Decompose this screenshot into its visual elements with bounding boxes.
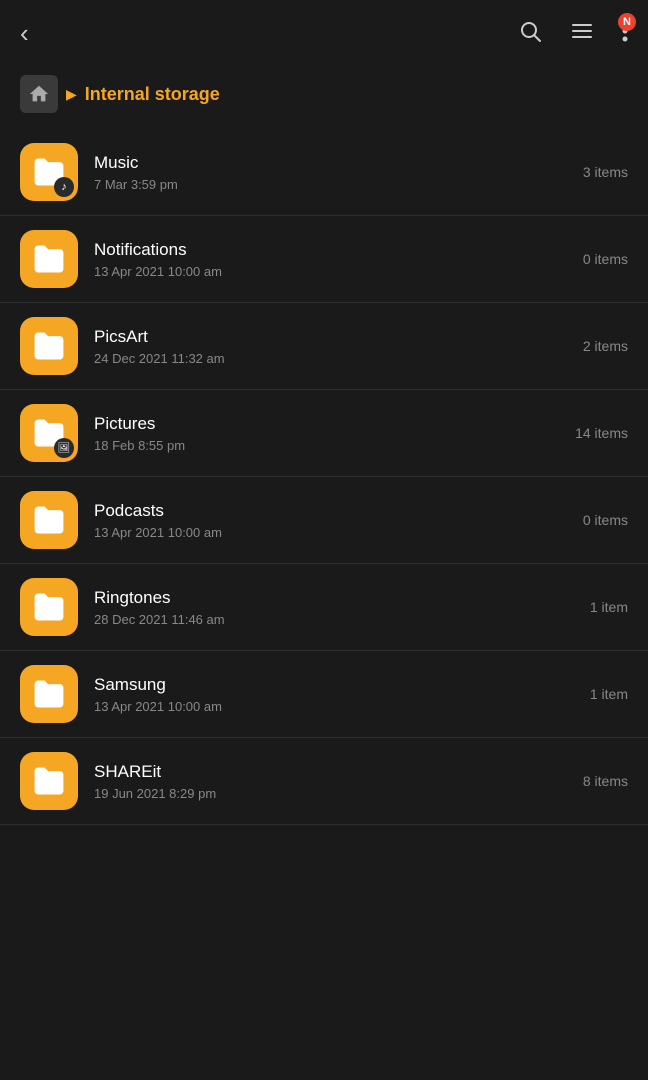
- notification-badge: N: [618, 13, 636, 31]
- folder-date: 13 Apr 2021 10:00 am: [94, 264, 583, 279]
- folder-info: Ringtones 28 Dec 2021 11:46 am: [94, 588, 590, 627]
- folder-name: SHAREit: [94, 762, 583, 782]
- back-button[interactable]: ‹: [20, 18, 29, 49]
- header-left: ‹: [20, 18, 29, 49]
- folder-info: Notifications 13 Apr 2021 10:00 am: [94, 240, 583, 279]
- folder-date: 18 Feb 8:55 pm: [94, 438, 575, 453]
- folder-item[interactable]: Samsung 13 Apr 2021 10:00 am1 item: [0, 651, 648, 738]
- folder-icon-wrapper: [20, 230, 78, 288]
- folder-date: 13 Apr 2021 10:00 am: [94, 699, 590, 714]
- folder-info: Music 7 Mar 3:59 pm: [94, 153, 583, 192]
- folder-item[interactable]: PicsArt 24 Dec 2021 11:32 am2 items: [0, 303, 648, 390]
- folder-icon-wrapper: [20, 317, 78, 375]
- folder-info: Podcasts 13 Apr 2021 10:00 am: [94, 501, 583, 540]
- folder-type-badge: ♪: [54, 177, 74, 197]
- home-button[interactable]: [20, 75, 58, 113]
- folder-date: 13 Apr 2021 10:00 am: [94, 525, 583, 540]
- folder-item[interactable]: 🖼 Pictures 18 Feb 8:55 pm14 items: [0, 390, 648, 477]
- folder-item-count: 1 item: [590, 686, 628, 702]
- header: ‹ N: [0, 0, 648, 63]
- folder-name: Samsung: [94, 675, 590, 695]
- folder-item[interactable]: Ringtones 28 Dec 2021 11:46 am1 item: [0, 564, 648, 651]
- folder-name: Pictures: [94, 414, 575, 434]
- breadcrumb: ▶ Internal storage: [0, 63, 648, 129]
- breadcrumb-arrow: ▶: [66, 86, 77, 103]
- folder-info: PicsArt 24 Dec 2021 11:32 am: [94, 327, 583, 366]
- folder-item-count: 2 items: [583, 338, 628, 354]
- folder-item-count: 8 items: [583, 773, 628, 789]
- folder-type-badge: 🖼: [54, 438, 74, 458]
- folder-icon-wrapper: [20, 578, 78, 636]
- folder-name: PicsArt: [94, 327, 583, 347]
- folder-name: Notifications: [94, 240, 583, 260]
- folder-item-count: 1 item: [590, 599, 628, 615]
- folder-item[interactable]: SHAREit 19 Jun 2021 8:29 pm8 items: [0, 738, 648, 825]
- folder-icon-wrapper: [20, 665, 78, 723]
- folder-info: SHAREit 19 Jun 2021 8:29 pm: [94, 762, 583, 801]
- list-view-icon[interactable]: [570, 19, 594, 49]
- folder-name: Ringtones: [94, 588, 590, 608]
- folder-item-count: 3 items: [583, 164, 628, 180]
- folder-icon-wrapper: [20, 752, 78, 810]
- folder-item[interactable]: Podcasts 13 Apr 2021 10:00 am0 items: [0, 477, 648, 564]
- folder-icon-wrapper: [20, 491, 78, 549]
- folder-name: Podcasts: [94, 501, 583, 521]
- folder-item[interactable]: ♪ Music 7 Mar 3:59 pm3 items: [0, 129, 648, 216]
- file-list: ♪ Music 7 Mar 3:59 pm3 items Notifications 1…: [0, 129, 648, 825]
- header-right: N: [518, 19, 628, 49]
- folder-date: 7 Mar 3:59 pm: [94, 177, 583, 192]
- folder-item[interactable]: Notifications 13 Apr 2021 10:00 am0 items: [0, 216, 648, 303]
- search-icon[interactable]: [518, 19, 542, 49]
- folder-item-count: 14 items: [575, 425, 628, 441]
- folder-info: Samsung 13 Apr 2021 10:00 am: [94, 675, 590, 714]
- folder-info: Pictures 18 Feb 8:55 pm: [94, 414, 575, 453]
- notification-wrapper: N: [622, 19, 628, 49]
- folder-date: 24 Dec 2021 11:32 am: [94, 351, 583, 366]
- folder-icon-wrapper: 🖼: [20, 404, 78, 462]
- folder-date: 28 Dec 2021 11:46 am: [94, 612, 590, 627]
- folder-item-count: 0 items: [583, 251, 628, 267]
- breadcrumb-path: Internal storage: [85, 84, 220, 105]
- folder-icon-wrapper: ♪: [20, 143, 78, 201]
- folder-item-count: 0 items: [583, 512, 628, 528]
- folder-name: Music: [94, 153, 583, 173]
- folder-date: 19 Jun 2021 8:29 pm: [94, 786, 583, 801]
